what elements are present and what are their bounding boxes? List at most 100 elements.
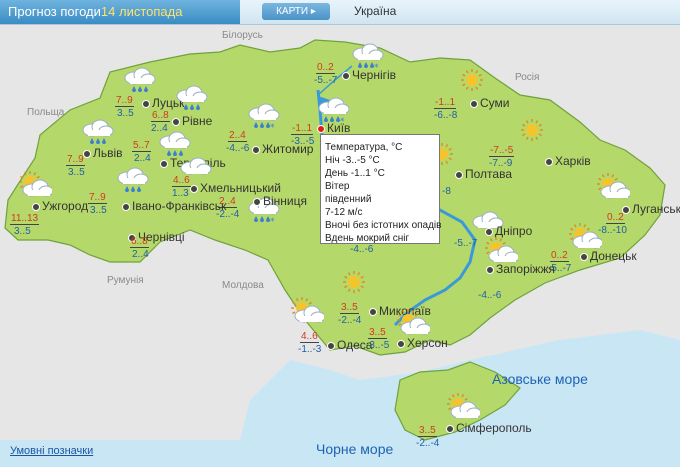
day-temperature: 4..6: [172, 175, 191, 187]
tooltip-line: Вдень мокрий сніг: [325, 233, 410, 244]
night-temperature: -3..-5: [366, 340, 390, 351]
city-marker: [32, 202, 40, 211]
night-temperature: -8: [442, 186, 451, 197]
night-temperature: -6..-8: [434, 110, 458, 121]
day-temperature: 6..8: [130, 236, 149, 248]
night-temperature: -2..-4: [338, 315, 362, 326]
city-marker: [190, 184, 198, 193]
city-13[interactable]: Харків: [545, 154, 591, 168]
rain-icon[interactable]: [174, 84, 208, 114]
city-marker: [486, 265, 494, 274]
city-marker: [446, 424, 454, 433]
city-name: Ужгород: [42, 199, 89, 213]
sun-icon[interactable]: [456, 66, 490, 96]
suncloud-icon[interactable]: [18, 170, 54, 200]
city-7[interactable]: Ужгород: [32, 199, 88, 213]
suncloud-icon[interactable]: [396, 308, 432, 338]
city-marker: [172, 117, 180, 126]
night-temperature: -5..-7: [454, 238, 478, 249]
title-text: Прогноз погоди: [8, 4, 101, 19]
city-22[interactable]: Сімферополь: [446, 421, 532, 435]
city-marker: [122, 202, 130, 211]
night-temperature: 3..5: [14, 226, 31, 237]
city-8[interactable]: Івано-Франківськ: [122, 199, 226, 213]
tooltip-line: День -1..1 °C: [325, 168, 385, 179]
city-1[interactable]: Рівне: [172, 114, 212, 128]
city-2[interactable]: Львів: [83, 146, 123, 160]
day-temperature: 0..2: [550, 250, 569, 262]
city-marker: [580, 252, 588, 261]
tooltip-line: Ніч -3..-5 °C: [325, 155, 380, 166]
city-marker: [142, 99, 150, 108]
svg-text:*: *: [270, 123, 275, 132]
city-21[interactable]: Херсон: [397, 336, 448, 350]
sleet-icon[interactable]: *: [246, 102, 280, 133]
day-temperature: -7..-5: [489, 145, 515, 157]
maps-button[interactable]: КАРТИ ▸: [262, 3, 330, 20]
region-selector[interactable]: Україна: [340, 3, 670, 20]
city-name: Херсон: [407, 336, 448, 350]
country-label: Польща: [27, 107, 65, 118]
city-4[interactable]: Хмельницький: [190, 181, 281, 195]
city-14[interactable]: Полтава: [455, 167, 512, 181]
day-temperature: 4..6: [300, 331, 319, 343]
city-name: Харків: [555, 154, 591, 168]
rain-icon[interactable]: [80, 118, 114, 148]
tooltip-line: 7-12 м/с: [325, 207, 363, 218]
city-marker: [545, 157, 553, 166]
sun-icon[interactable]: [516, 116, 550, 146]
city-name: Запоріжжя: [496, 262, 555, 276]
suncloud-icon[interactable]: [596, 172, 632, 202]
city-name: Львів: [93, 146, 123, 160]
day-temperature: 7..9: [66, 154, 85, 166]
sea-label: Азовське море: [492, 371, 588, 387]
day-temperature: 2..4: [228, 130, 247, 142]
city-6[interactable]: Вінниця: [253, 194, 307, 208]
day-temperature: 3..5: [418, 425, 437, 437]
night-temperature: 3..5: [117, 108, 134, 119]
sea-label: Чорне море: [316, 441, 394, 457]
tooltip-line: Вночі без істотних опадів: [325, 220, 442, 231]
night-temperature: -1..-3: [298, 344, 322, 355]
city-name: Суми: [480, 96, 510, 110]
legend-link[interactable]: Умовні позначки: [10, 445, 93, 457]
day-temperature: 0..2: [316, 62, 335, 74]
suncloud-icon[interactable]: [446, 392, 482, 422]
country-label: Румунія: [107, 275, 144, 286]
sun-icon[interactable]: [338, 268, 372, 298]
night-temperature: 2..4: [134, 153, 151, 164]
night-temperature: 2..4: [132, 249, 149, 260]
day-temperature: 5..7: [132, 140, 151, 152]
country-label: Білорусь: [222, 30, 263, 41]
city-11[interactable]: Київ: [317, 121, 350, 135]
night-temperature: 3..5: [90, 205, 107, 216]
top-bar: Прогноз погоди14 листопада КАРТИ ▸ Украї…: [0, 0, 680, 25]
city-marker: [253, 197, 261, 206]
rain-icon[interactable]: [122, 66, 156, 96]
night-temperature: -2..-4: [416, 438, 440, 449]
city-18[interactable]: Запоріжжя: [486, 262, 555, 276]
city-name: Хмельницький: [200, 181, 281, 195]
city-15[interactable]: Луганськ: [622, 202, 680, 216]
night-temperature: 1..3: [172, 188, 189, 199]
day-temperature: 3..5: [340, 302, 359, 314]
suncloud-icon[interactable]: [568, 222, 604, 252]
night-temperature: -4..-6: [350, 244, 374, 255]
day-temperature: 0..2: [606, 212, 625, 224]
city-marker: [470, 99, 478, 108]
day-temperature: -1..1: [434, 97, 457, 109]
city-name: Полтава: [465, 167, 512, 181]
rain-icon[interactable]: [115, 166, 149, 196]
country-label: Молдова: [222, 280, 264, 291]
city-name: Івано-Франківськ: [132, 199, 227, 213]
svg-text:*: *: [270, 217, 275, 226]
city-marker: [485, 227, 493, 236]
night-temperature: -8..-10: [598, 225, 627, 236]
city-12[interactable]: Суми: [470, 96, 509, 110]
day-temperature: 6..8: [151, 110, 170, 122]
city-name: Київ: [327, 121, 351, 135]
suncloud-icon[interactable]: [290, 296, 326, 326]
day-temperature: 7..9: [115, 95, 134, 107]
city-17[interactable]: Донецьк: [580, 249, 637, 263]
city-10[interactable]: Чернігів: [342, 68, 396, 82]
